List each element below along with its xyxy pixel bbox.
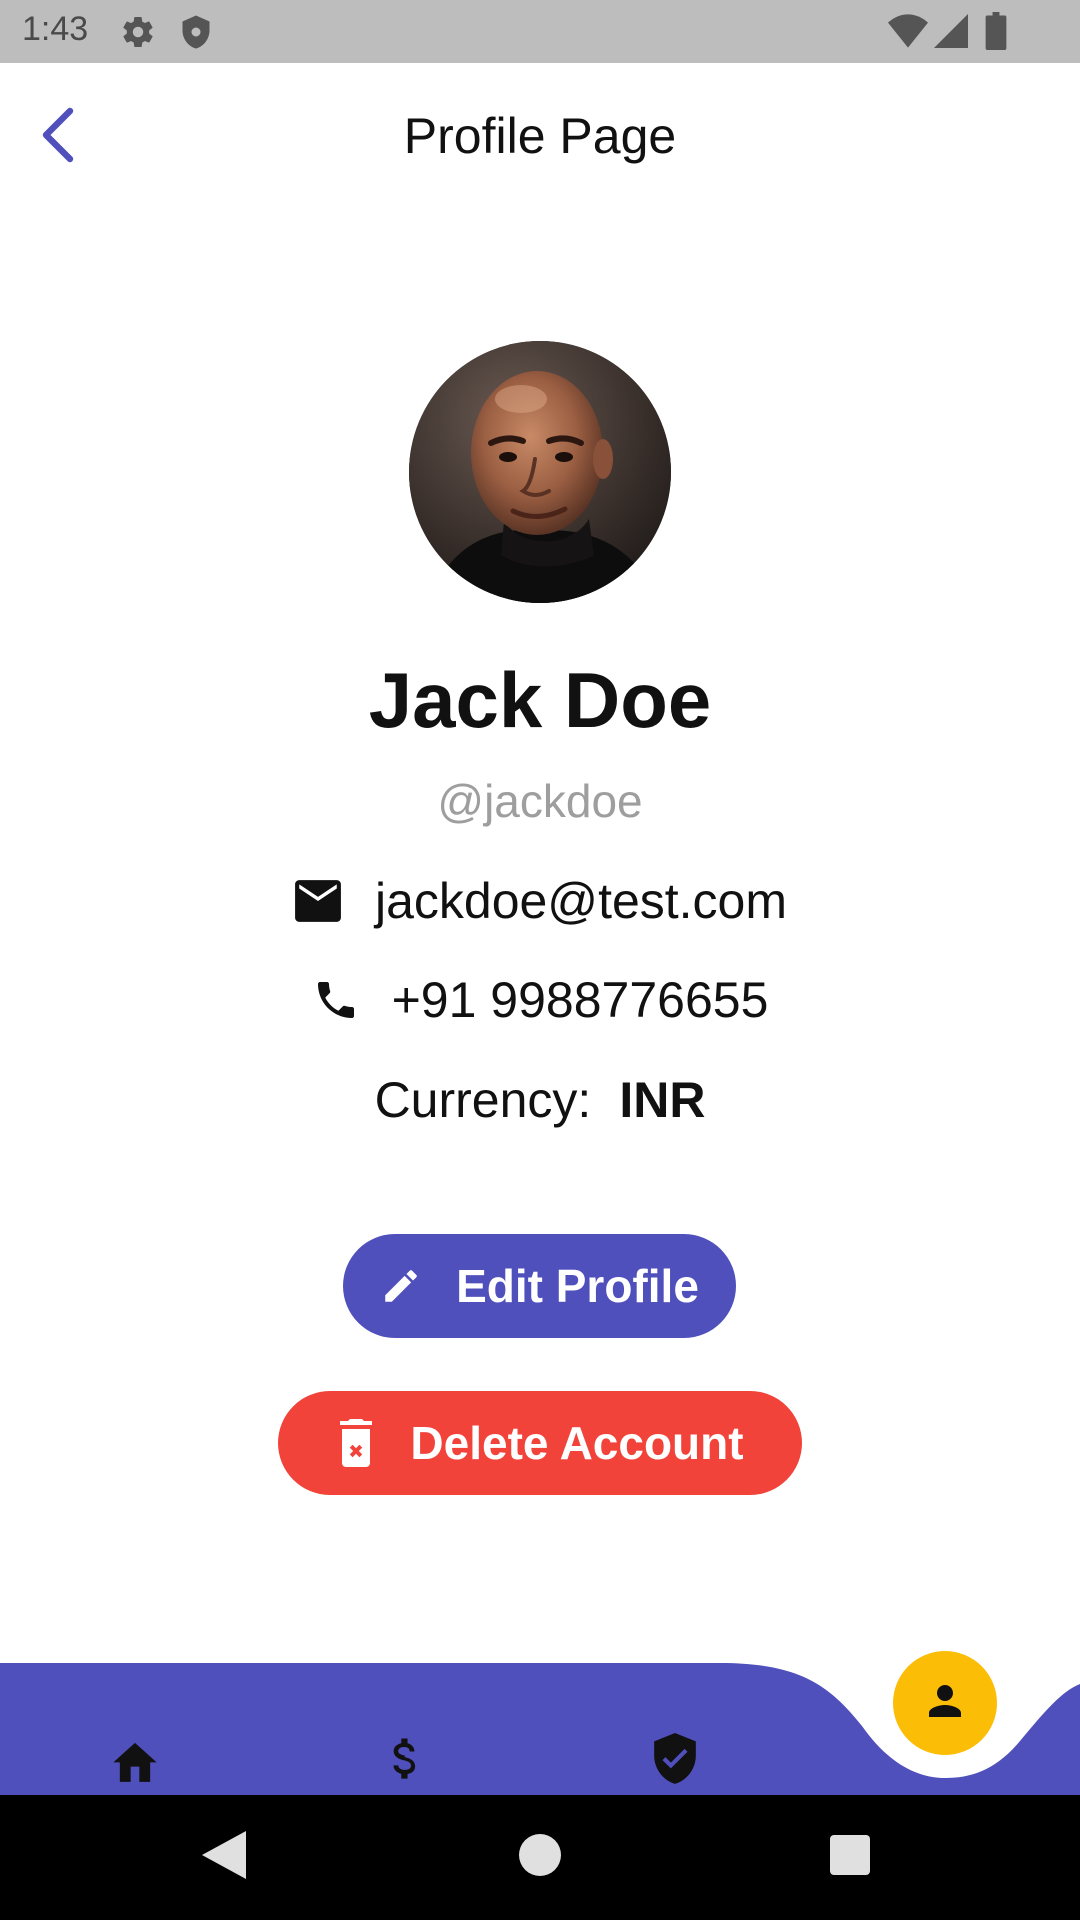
phone-icon: [312, 976, 360, 1024]
delete-account-button[interactable]: Delete Account: [278, 1391, 802, 1495]
edit-profile-label: Edit Profile: [456, 1260, 699, 1312]
page-title: Profile Page: [403, 108, 677, 164]
home-icon: [109, 1734, 161, 1787]
dollar-icon: [383, 1732, 423, 1789]
email-text: jackdoe@test.com: [374, 873, 788, 929]
currency-label: Currency:: [374, 1072, 592, 1128]
system-navigation-bar: [0, 1795, 1080, 1920]
email-icon: [293, 880, 343, 922]
home-circle-icon: [519, 1833, 561, 1881]
nav-verified-button[interactable]: [645, 1730, 705, 1790]
profile-username: @jackdoe: [437, 775, 643, 827]
nav-profile-button[interactable]: [893, 1651, 997, 1755]
app-bar: Profile Page: [0, 63, 1080, 211]
phone-row: +91 9988776655: [0, 967, 1080, 1033]
signal-icon: [934, 14, 968, 53]
status-bar: 1:43: [0, 0, 1080, 63]
person-icon: [921, 1677, 969, 1730]
currency-value: INR: [619, 1072, 706, 1128]
profile-name: Jack Doe: [368, 656, 712, 744]
shield-icon: [178, 13, 214, 56]
trash-icon: [336, 1419, 376, 1467]
email-row: jackdoe@test.com: [0, 868, 1080, 934]
nav-home-button[interactable]: [105, 1730, 165, 1790]
verified-shield-icon: [650, 1730, 700, 1791]
back-triangle-icon: [202, 1830, 246, 1884]
avatar: [409, 341, 671, 603]
phone-text: +91 9988776655: [391, 972, 769, 1028]
battery-icon: [985, 12, 1007, 55]
profile-screen: 1:43 Profile Page Jack Doe @jackdoe jack…: [0, 0, 1080, 1920]
status-time: 1:43: [22, 10, 89, 48]
wifi-icon: [888, 14, 928, 53]
system-home-button[interactable]: [508, 1825, 572, 1889]
edit-profile-button[interactable]: Edit Profile: [343, 1234, 736, 1338]
nav-dollar-button[interactable]: [373, 1730, 433, 1790]
gear-icon: [120, 14, 156, 55]
pencil-icon: [380, 1265, 422, 1307]
currency-row: Currency: INR: [0, 1067, 1080, 1133]
system-recents-button[interactable]: [818, 1825, 882, 1889]
system-back-button[interactable]: [192, 1825, 256, 1889]
delete-account-label: Delete Account: [410, 1417, 744, 1469]
recents-square-icon: [830, 1834, 870, 1880]
